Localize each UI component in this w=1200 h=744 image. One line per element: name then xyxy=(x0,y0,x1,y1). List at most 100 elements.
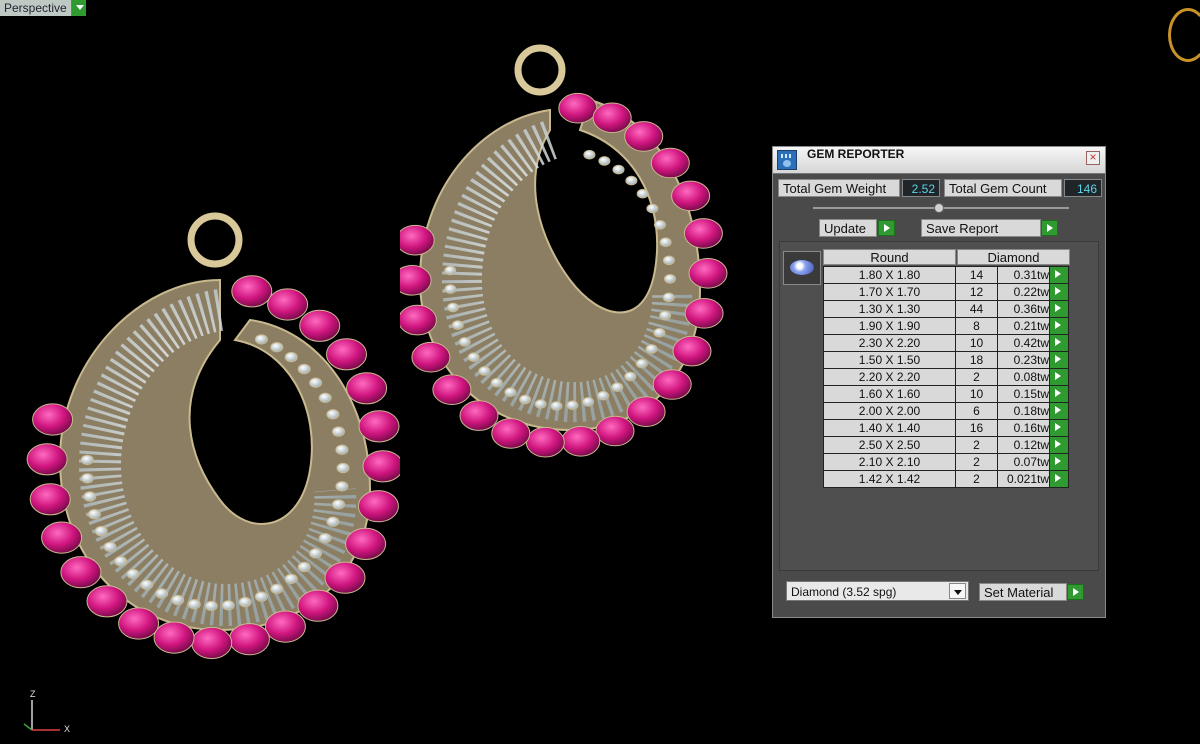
ruby-stone xyxy=(299,309,341,342)
diamond-stone xyxy=(662,292,675,303)
diamond-stone xyxy=(155,588,169,599)
row-select-play-icon[interactable] xyxy=(1049,368,1069,386)
diamond-stone xyxy=(204,600,218,612)
gem-count-cell: 14 xyxy=(955,266,998,284)
diamond-stone xyxy=(458,337,471,347)
diamond-stone xyxy=(444,284,457,294)
ruby-stone xyxy=(358,410,400,443)
panel-titlebar[interactable]: GEM REPORTER × xyxy=(773,147,1105,174)
row-select-play-icon[interactable] xyxy=(1049,334,1069,352)
diamond-stone xyxy=(444,265,457,276)
gem-count-cell: 2 xyxy=(955,470,998,488)
ruby-stone xyxy=(345,527,387,560)
gem-weight-cell: 0.16tw xyxy=(997,419,1050,437)
row-select-play-icon[interactable] xyxy=(1049,470,1069,488)
save-report-play-icon[interactable] xyxy=(1041,220,1058,236)
row-select-play-icon[interactable] xyxy=(1049,453,1069,471)
gem-count-cell: 16 xyxy=(955,419,998,437)
table-row[interactable]: 2.50 X 2.50 2 0.12tw xyxy=(823,436,1069,454)
table-row[interactable]: 2.20 X 2.20 2 0.08tw xyxy=(823,368,1069,386)
gem-weight-cell: 0.36tw xyxy=(997,300,1050,318)
row-select-play-icon[interactable] xyxy=(1049,300,1069,318)
gem-count-cell: 12 xyxy=(955,283,998,301)
row-select-play-icon[interactable] xyxy=(1049,283,1069,301)
gem-weight-cell: 0.021tw xyxy=(997,470,1050,488)
ruby-stone xyxy=(86,585,128,618)
column-header-shape: Round xyxy=(823,249,956,265)
diamond-stone xyxy=(662,255,675,266)
set-material-button[interactable]: Set Material xyxy=(979,583,1067,601)
ruby-stone xyxy=(29,483,71,516)
diamond-stone xyxy=(478,366,491,376)
ruby-stone xyxy=(118,607,160,640)
row-select-play-icon[interactable] xyxy=(1049,385,1069,403)
diamond-stone xyxy=(140,579,154,590)
panel-splitter-handle[interactable] xyxy=(934,203,944,213)
diamond-stone xyxy=(611,382,624,393)
row-select-play-icon[interactable] xyxy=(1049,402,1069,420)
close-icon[interactable]: × xyxy=(1086,151,1100,165)
diamond-stone xyxy=(550,401,563,411)
table-row[interactable]: 1.60 X 1.60 10 0.15tw xyxy=(823,385,1069,403)
diamond-stone xyxy=(318,392,332,404)
chevron-down-icon[interactable] xyxy=(949,583,966,599)
diamond-stone xyxy=(583,149,596,160)
row-select-play-icon[interactable] xyxy=(1049,436,1069,454)
ruby-stone xyxy=(671,180,711,212)
update-play-icon[interactable] xyxy=(878,220,895,236)
save-report-button[interactable]: Save Report xyxy=(921,219,1041,237)
earring-right[interactable] xyxy=(400,30,730,460)
diamond-stone xyxy=(171,594,185,606)
table-row[interactable]: 1.70 X 1.70 12 0.22tw xyxy=(823,283,1069,301)
diamond-stone xyxy=(238,596,252,608)
gem-size-cell: 2.20 X 2.20 xyxy=(823,368,956,386)
table-row[interactable]: 1.50 X 1.50 18 0.23tw xyxy=(823,351,1069,369)
gem-weight-cell: 0.21tw xyxy=(997,317,1050,335)
diamond-stone xyxy=(597,390,610,401)
diamond-stone xyxy=(80,454,94,466)
ruby-stone xyxy=(324,561,366,594)
earring-left[interactable] xyxy=(20,210,400,660)
table-row[interactable]: 1.80 X 1.80 14 0.31tw xyxy=(823,266,1069,284)
gem-count-cell: 8 xyxy=(955,317,998,335)
diamond-stone xyxy=(624,371,637,382)
set-material-play-icon[interactable] xyxy=(1067,584,1084,600)
gem-size-cell: 2.50 X 2.50 xyxy=(823,436,956,454)
row-select-play-icon[interactable] xyxy=(1049,351,1069,369)
diamond-stone xyxy=(625,175,638,186)
viewport-menu-arrow-icon[interactable] xyxy=(72,0,86,16)
total-gem-weight-value: 2.52 xyxy=(902,179,940,197)
row-select-play-icon[interactable] xyxy=(1049,317,1069,335)
gem-weight-cell: 0.42tw xyxy=(997,334,1050,352)
viewport-label[interactable]: Perspective xyxy=(0,0,72,16)
ruby-stone xyxy=(362,450,400,483)
table-row[interactable]: 1.42 X 1.42 2 0.021tw xyxy=(823,470,1069,488)
table-row[interactable]: 2.10 X 2.10 2 0.07tw xyxy=(823,453,1069,471)
diamond-stone xyxy=(635,358,648,369)
diamond-stone xyxy=(451,320,464,330)
update-button[interactable]: Update xyxy=(819,219,877,237)
diamond-stone xyxy=(318,533,332,544)
diamond-stone xyxy=(335,444,349,455)
round-diamond-icon[interactable] xyxy=(783,251,821,285)
diamond-stone xyxy=(467,352,480,363)
table-row[interactable]: 2.30 X 2.20 10 0.42tw xyxy=(823,334,1069,352)
table-row[interactable]: 1.30 X 1.30 44 0.36tw xyxy=(823,300,1069,318)
ruby-stone xyxy=(624,121,664,152)
table-row[interactable]: 1.90 X 1.90 8 0.21tw xyxy=(823,317,1069,335)
gem-count-cell: 2 xyxy=(955,436,998,454)
row-select-play-icon[interactable] xyxy=(1049,419,1069,437)
table-row[interactable]: 1.40 X 1.40 16 0.16tw xyxy=(823,419,1069,437)
gem-reporter-panel: GEM REPORTER × Total Gem Weight 2.52 Tot… xyxy=(772,146,1106,618)
ruby-stone xyxy=(411,341,451,373)
material-select[interactable]: Diamond (3.52 spg) xyxy=(786,581,969,601)
gem-weight-cell: 0.07tw xyxy=(997,453,1050,471)
diamond-stone xyxy=(114,556,128,567)
row-select-play-icon[interactable] xyxy=(1049,266,1069,284)
column-header-material: Diamond xyxy=(957,249,1070,265)
gem-size-cell: 1.80 X 1.80 xyxy=(823,266,956,284)
table-row[interactable]: 2.00 X 2.00 6 0.18tw xyxy=(823,402,1069,420)
ruby-stone xyxy=(153,621,195,654)
ruby-stone xyxy=(684,298,724,329)
axis-z-label: Z xyxy=(30,689,36,699)
